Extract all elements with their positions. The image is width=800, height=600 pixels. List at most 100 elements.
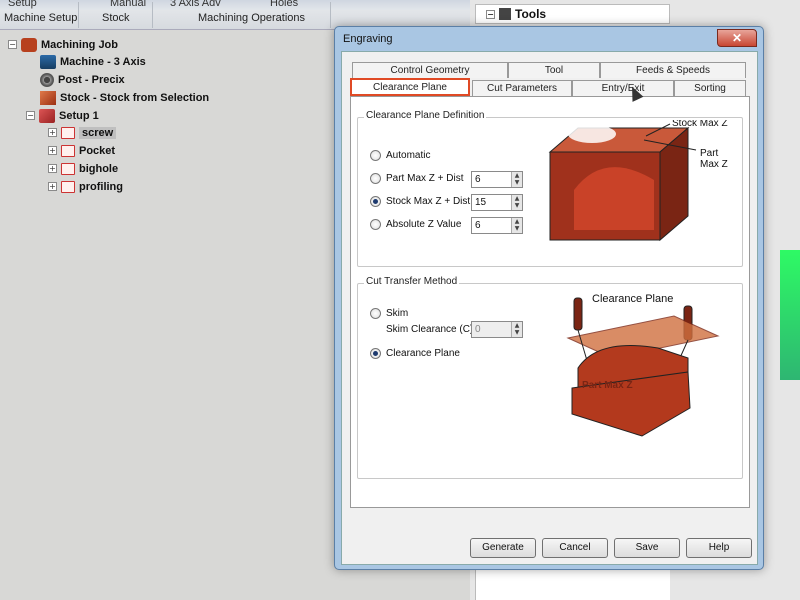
tab-entry-exit[interactable]: Entry/Exit <box>572 80 674 96</box>
spin-down-glyph: ▼ <box>514 225 520 232</box>
spin-value: 6 <box>475 174 481 185</box>
close-button[interactable]: ✕ <box>717 29 757 47</box>
tree-item-op[interactable]: + screw <box>48 124 117 141</box>
radio-icon[interactable] <box>370 173 381 184</box>
tree-label: Stock - Stock from Selection <box>60 91 210 104</box>
radio-label: Part Max Z + Dist <box>386 173 464 184</box>
part-max-z-label-a: Part <box>700 148 719 159</box>
engraving-dialog: Engraving ✕ Control Geometry Tool Feeds … <box>334 26 764 570</box>
absolute-z-value-input[interactable]: 6 ▲ ▼ <box>471 217 523 234</box>
spin-down-glyph: ▼ <box>514 329 520 336</box>
3-axis-adv-button[interactable]: 3 Axis Adv <box>170 0 221 9</box>
skim-clearance-input[interactable]: 0 ▲ ▼ <box>471 321 523 338</box>
tree-label: Machining Job <box>41 38 118 51</box>
spinner-arrows-icon[interactable]: ▲ ▼ <box>511 195 522 210</box>
holes-button[interactable]: Holes <box>270 0 298 9</box>
setup-icon <box>39 108 55 123</box>
stock-max-z-dist-input[interactable]: 15 ▲ ▼ <box>471 194 523 211</box>
machine-icon <box>40 54 56 69</box>
clearance-plane-definition-group: Clearance Plane Definition Automatic Par… <box>357 110 743 267</box>
radio-label: Skim <box>386 308 409 319</box>
part-max-z-diagram-label: Part Max Z <box>582 380 633 391</box>
spinner-arrows-icon[interactable]: ▲ ▼ <box>511 172 522 187</box>
ribbon-group-machine-setup: Machine Setup <box>4 12 78 24</box>
skim-clearance-label: Skim Clearance (C) <box>386 324 474 335</box>
folder-icon <box>61 162 75 175</box>
radio-part-max-z[interactable]: Part Max Z + Dist <box>370 173 464 184</box>
radio-icon[interactable] <box>370 196 381 207</box>
collapse-icon[interactable]: − <box>486 9 495 19</box>
tree-label: profiling <box>79 180 123 193</box>
expand-icon[interactable]: + <box>48 182 57 191</box>
part-max-z-label-b: Max Z <box>700 159 728 170</box>
spin-up-glyph: ▲ <box>514 172 520 179</box>
dialog-body: Control Geometry Tool Feeds & Speeds Cle… <box>341 51 758 565</box>
tree-item-op[interactable]: + profiling <box>48 178 123 195</box>
radio-icon[interactable] <box>370 308 381 319</box>
generate-button[interactable]: Generate <box>470 538 536 558</box>
folder-icon <box>61 144 75 157</box>
setup-button[interactable]: Setup <box>8 0 37 9</box>
3-axis-adv-label: 3 Axis Adv <box>170 0 221 9</box>
save-button[interactable]: Save <box>614 538 680 558</box>
radio-skim[interactable]: Skim <box>370 308 408 319</box>
spin-up-glyph: ▲ <box>514 218 520 225</box>
tree-item-setup[interactable]: − Setup 1 <box>26 107 99 124</box>
tree-item-machining-job[interactable]: − Machining Job <box>8 36 118 53</box>
ribbon-group-stock: Stock <box>102 12 130 24</box>
setup-label: Setup <box>8 0 37 9</box>
radio-stock-max-z[interactable]: Stock Max Z + Dist <box>370 196 470 207</box>
tree-item-post[interactable]: Post - Precix <box>40 71 125 88</box>
tab-clearance-plane[interactable]: Clearance Plane <box>350 78 470 96</box>
radio-label: Automatic <box>386 150 431 161</box>
tree-label: Post - Precix <box>58 73 125 86</box>
tab-panel: Clearance Plane Definition Automatic Par… <box>350 96 750 508</box>
tab-control-geometry[interactable]: Control Geometry <box>352 62 508 78</box>
clearance-plane-diagram-label: Clearance Plane <box>592 293 673 305</box>
radio-absolute-z[interactable]: Absolute Z Value <box>370 219 461 230</box>
clearance-plane-diagram: Clearance Plane Part Max Z <box>566 293 720 437</box>
tab-tool[interactable]: Tool <box>508 62 600 78</box>
tab-cut-parameters[interactable]: Cut Parameters <box>472 80 572 96</box>
group-title: Clearance Plane Definition <box>364 110 487 121</box>
tab-feeds-speeds[interactable]: Feeds & Speeds <box>600 62 746 78</box>
radio-icon[interactable] <box>370 348 381 359</box>
tree-item-op[interactable]: + Pocket <box>48 142 115 159</box>
tree-label: screw <box>79 126 117 139</box>
spinner-arrows-icon[interactable]: ▲ ▼ <box>511 218 522 233</box>
tree-label: Setup 1 <box>59 109 99 122</box>
cut-transfer-method-group: Cut Transfer Method Skim Skim Clearance … <box>357 276 743 479</box>
part-max-z-dist-input[interactable]: 6 ▲ ▼ <box>471 171 523 188</box>
group-title: Cut Transfer Method <box>364 276 460 287</box>
tree-label: Machine - 3 Axis <box>60 55 146 68</box>
collapse-icon[interactable]: − <box>26 111 35 120</box>
tree-item-op[interactable]: + bighole <box>48 160 118 177</box>
manual-label: Manual <box>110 0 147 9</box>
spin-value: 6 <box>475 220 481 231</box>
radio-icon[interactable] <box>370 219 381 230</box>
spinner-arrows-icon[interactable]: ▲ ▼ <box>511 322 522 337</box>
post-processor-icon <box>40 72 54 87</box>
radio-automatic[interactable]: Automatic <box>370 150 430 161</box>
viewport-edge <box>780 250 800 380</box>
expand-icon[interactable]: + <box>48 146 57 155</box>
machining-job-icon <box>21 37 37 52</box>
collapse-icon[interactable]: − <box>8 40 17 49</box>
radio-clearance-plane[interactable]: Clearance Plane <box>370 348 460 359</box>
tree-label: Pocket <box>79 144 116 157</box>
expand-icon[interactable]: + <box>48 128 57 137</box>
tab-sorting[interactable]: Sorting <box>674 80 746 96</box>
radio-icon[interactable] <box>370 150 381 161</box>
cancel-button[interactable]: Cancel <box>542 538 608 558</box>
tree-label: bighole <box>79 162 119 175</box>
manual-button[interactable]: Manual <box>110 0 146 9</box>
tools-header[interactable]: − Tools <box>475 4 670 24</box>
help-button[interactable]: Help <box>686 538 752 558</box>
dialog-title: Engraving <box>343 33 393 45</box>
tree-item-machine[interactable]: Machine - 3 Axis <box>40 53 146 70</box>
spin-value: 15 <box>475 197 487 208</box>
expand-icon[interactable]: + <box>48 164 57 173</box>
tree-item-stock[interactable]: Stock - Stock from Selection <box>40 89 209 106</box>
spin-down-glyph: ▼ <box>514 179 520 186</box>
ribbon-separator <box>152 2 153 28</box>
